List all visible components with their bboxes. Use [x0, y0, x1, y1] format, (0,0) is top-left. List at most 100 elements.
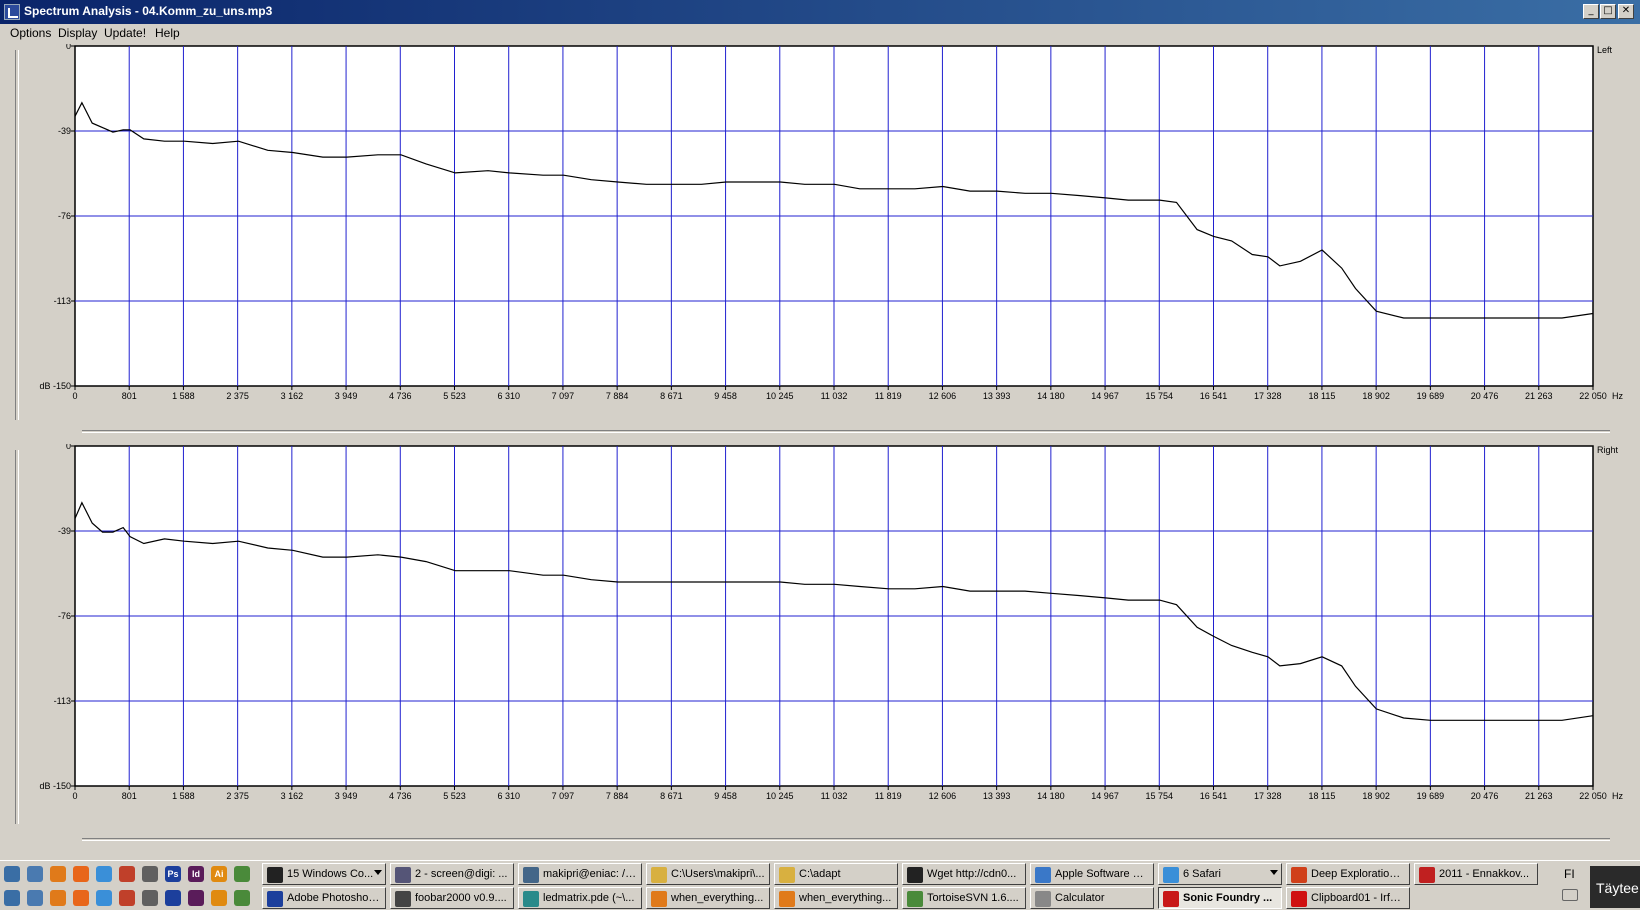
x-tick-label: 19 689 [1417, 791, 1445, 801]
title-bar[interactable]: Spectrum Analysis - 04.Komm_zu_uns.mp3 _… [0, 0, 1640, 24]
blender-icon [779, 891, 795, 907]
taskbar-button[interactable]: 6 Safari [1158, 863, 1282, 885]
x-axis-unit: Hz [1612, 791, 1623, 801]
globe-icon[interactable] [165, 890, 181, 906]
taskbar-button[interactable]: 2 - screen@digi: ... [390, 863, 514, 885]
settings-icon[interactable] [211, 890, 227, 906]
network-icon[interactable] [27, 866, 43, 882]
indesign-icon[interactable]: Id [188, 866, 204, 882]
left-spectrum-chart[interactable]: 0 801 1 588 2 375 3 162 3 949 4 736 5 523 6 310 7… [0, 44, 1640, 434]
calculator-icon [1035, 891, 1051, 907]
minimize-button[interactable]: _ [1583, 4, 1599, 19]
y-tick-label: -113 [54, 696, 71, 706]
y-tick-label: -76 [58, 611, 71, 621]
black-circle-icon[interactable] [73, 890, 89, 906]
safari-icon [1163, 867, 1179, 883]
x-tick-label: 15 754 [1146, 791, 1174, 801]
taskbar-button[interactable]: makipri@eniac: /h... [518, 863, 642, 885]
blender-icon[interactable] [50, 866, 66, 882]
x-tick-label: 11 819 [875, 391, 902, 401]
taskbar-button[interactable]: 2011 - Ennakkov... [1414, 863, 1538, 885]
x-tick-label: 14 180 [1037, 791, 1065, 801]
x-tick-label: 21 263 [1525, 391, 1553, 401]
left-panel-scroll-track[interactable] [82, 430, 1610, 433]
vnc-icon[interactable] [119, 890, 135, 906]
taskbar-button[interactable]: Calculator [1030, 887, 1154, 909]
taskbar-button[interactable]: C:\Users\makipri\... [646, 863, 770, 885]
firefox-icon[interactable] [73, 866, 89, 882]
blender2-icon[interactable] [50, 890, 66, 906]
menu-update[interactable]: Update! [104, 26, 146, 40]
menu-help[interactable]: Help [155, 26, 180, 40]
taskbar-button-label: Adobe Photoshop... [287, 892, 381, 904]
y-tick-label: -39 [58, 126, 71, 136]
right-panel-scroll-track[interactable] [82, 838, 1610, 841]
channel-title: Left [1597, 45, 1613, 55]
taskbar-button-label: when_everything... [671, 892, 764, 904]
x-tick-label: 8 671 [660, 791, 683, 801]
taskbar-button[interactable]: foobar2000 v0.9.... [390, 887, 514, 909]
show-desktop-icon[interactable] [4, 866, 20, 882]
taskbar-button[interactable]: ledmatrix.pde (~\... [518, 887, 642, 909]
taskbar-button[interactable]: when_everything... [646, 887, 770, 909]
x-tick-label: 6 310 [497, 791, 520, 801]
taskbar-button[interactable]: Apple Software U... [1030, 863, 1154, 885]
right-spectrum-chart[interactable]: 0 801 1 588 2 375 3 162 3 949 4 736 5 523 6 310 7… [0, 444, 1640, 834]
taskbar-button[interactable]: Clipboard01 - Irfa... [1286, 887, 1410, 909]
chrome-icon[interactable] [96, 866, 112, 882]
y-tick-label: -76 [58, 211, 71, 221]
taskbar-button-label: TortoiseSVN 1.6.... [927, 892, 1019, 904]
taskbar-button[interactable]: TortoiseSVN 1.6.... [902, 887, 1026, 909]
opera-icon[interactable] [142, 890, 158, 906]
maximize-button[interactable]: □ [1600, 4, 1616, 19]
x-tick-label: 19 689 [1417, 391, 1445, 401]
tortoise-icon[interactable] [234, 866, 250, 882]
y-tick-label: dB -150 [39, 381, 71, 391]
taskbar-button[interactable]: Sonic Foundry ... [1158, 887, 1282, 909]
safari-icon[interactable] [234, 890, 250, 906]
keyboard-icon[interactable] [1562, 889, 1578, 901]
y-tick-label: 0 [66, 44, 71, 51]
menu-display[interactable]: Display [58, 26, 97, 40]
taskbar-button-label: 2 - screen@digi: ... [415, 868, 508, 880]
y-tick-label: -39 [58, 526, 71, 536]
x-tick-label: 14 967 [1091, 791, 1119, 801]
taskbar-button[interactable]: Wget http://cdn0... [902, 863, 1026, 885]
explorer-icon[interactable] [4, 890, 20, 906]
x-tick-label: 16 541 [1200, 391, 1228, 401]
deep-exploration-icon [1291, 867, 1307, 883]
taskbar-button[interactable]: when_everything... [774, 887, 898, 909]
ie-icon[interactable] [27, 890, 43, 906]
close-button[interactable]: ✕ [1618, 4, 1634, 19]
folder-icon[interactable] [96, 890, 112, 906]
taskbar-button[interactable]: Adobe Photoshop... [262, 887, 386, 909]
spectrum-app-icon[interactable] [4, 4, 20, 20]
filezilla-icon[interactable] [119, 866, 135, 882]
x-tick-label: 20 476 [1471, 391, 1499, 401]
x-tick-label: 3 949 [335, 391, 358, 401]
taskbar-button-label: ledmatrix.pde (~\... [543, 892, 635, 904]
taskbar-button[interactable]: Deep Exploration ... [1286, 863, 1410, 885]
x-tick-label: 801 [122, 391, 137, 401]
menu-options[interactable]: Options [10, 26, 51, 40]
taskbar-button-label: makipri@eniac: /h... [543, 868, 637, 880]
language-indicator[interactable]: FI [1564, 867, 1575, 881]
camera-icon[interactable] [188, 890, 204, 906]
menu-bar: Options Display Update! Help [0, 24, 1640, 44]
x-tick-label: 3 949 [335, 791, 358, 801]
illustrator-icon[interactable]: Ai [211, 866, 227, 882]
taskbar-button[interactable]: C:\adapt [774, 863, 898, 885]
taskbar-button-label: 6 Safari [1183, 868, 1221, 880]
inkscape-icon[interactable] [142, 866, 158, 882]
pdf-icon [1419, 867, 1435, 883]
taskbar-button-label: Calculator [1055, 892, 1105, 904]
photoshop-icon[interactable]: Ps [165, 866, 181, 882]
taskbar-button[interactable]: 15 Windows Co... [262, 863, 386, 885]
x-axis-unit: Hz [1612, 391, 1623, 401]
x-tick-label: 18 902 [1362, 791, 1390, 801]
irfanview-icon [1291, 891, 1307, 907]
x-tick-label: 3 162 [281, 391, 304, 401]
notification-area[interactable]: Täytee [1590, 866, 1640, 908]
taskbar-button-label: C:\Users\makipri\... [671, 868, 765, 880]
x-tick-label: 13 393 [983, 391, 1011, 401]
